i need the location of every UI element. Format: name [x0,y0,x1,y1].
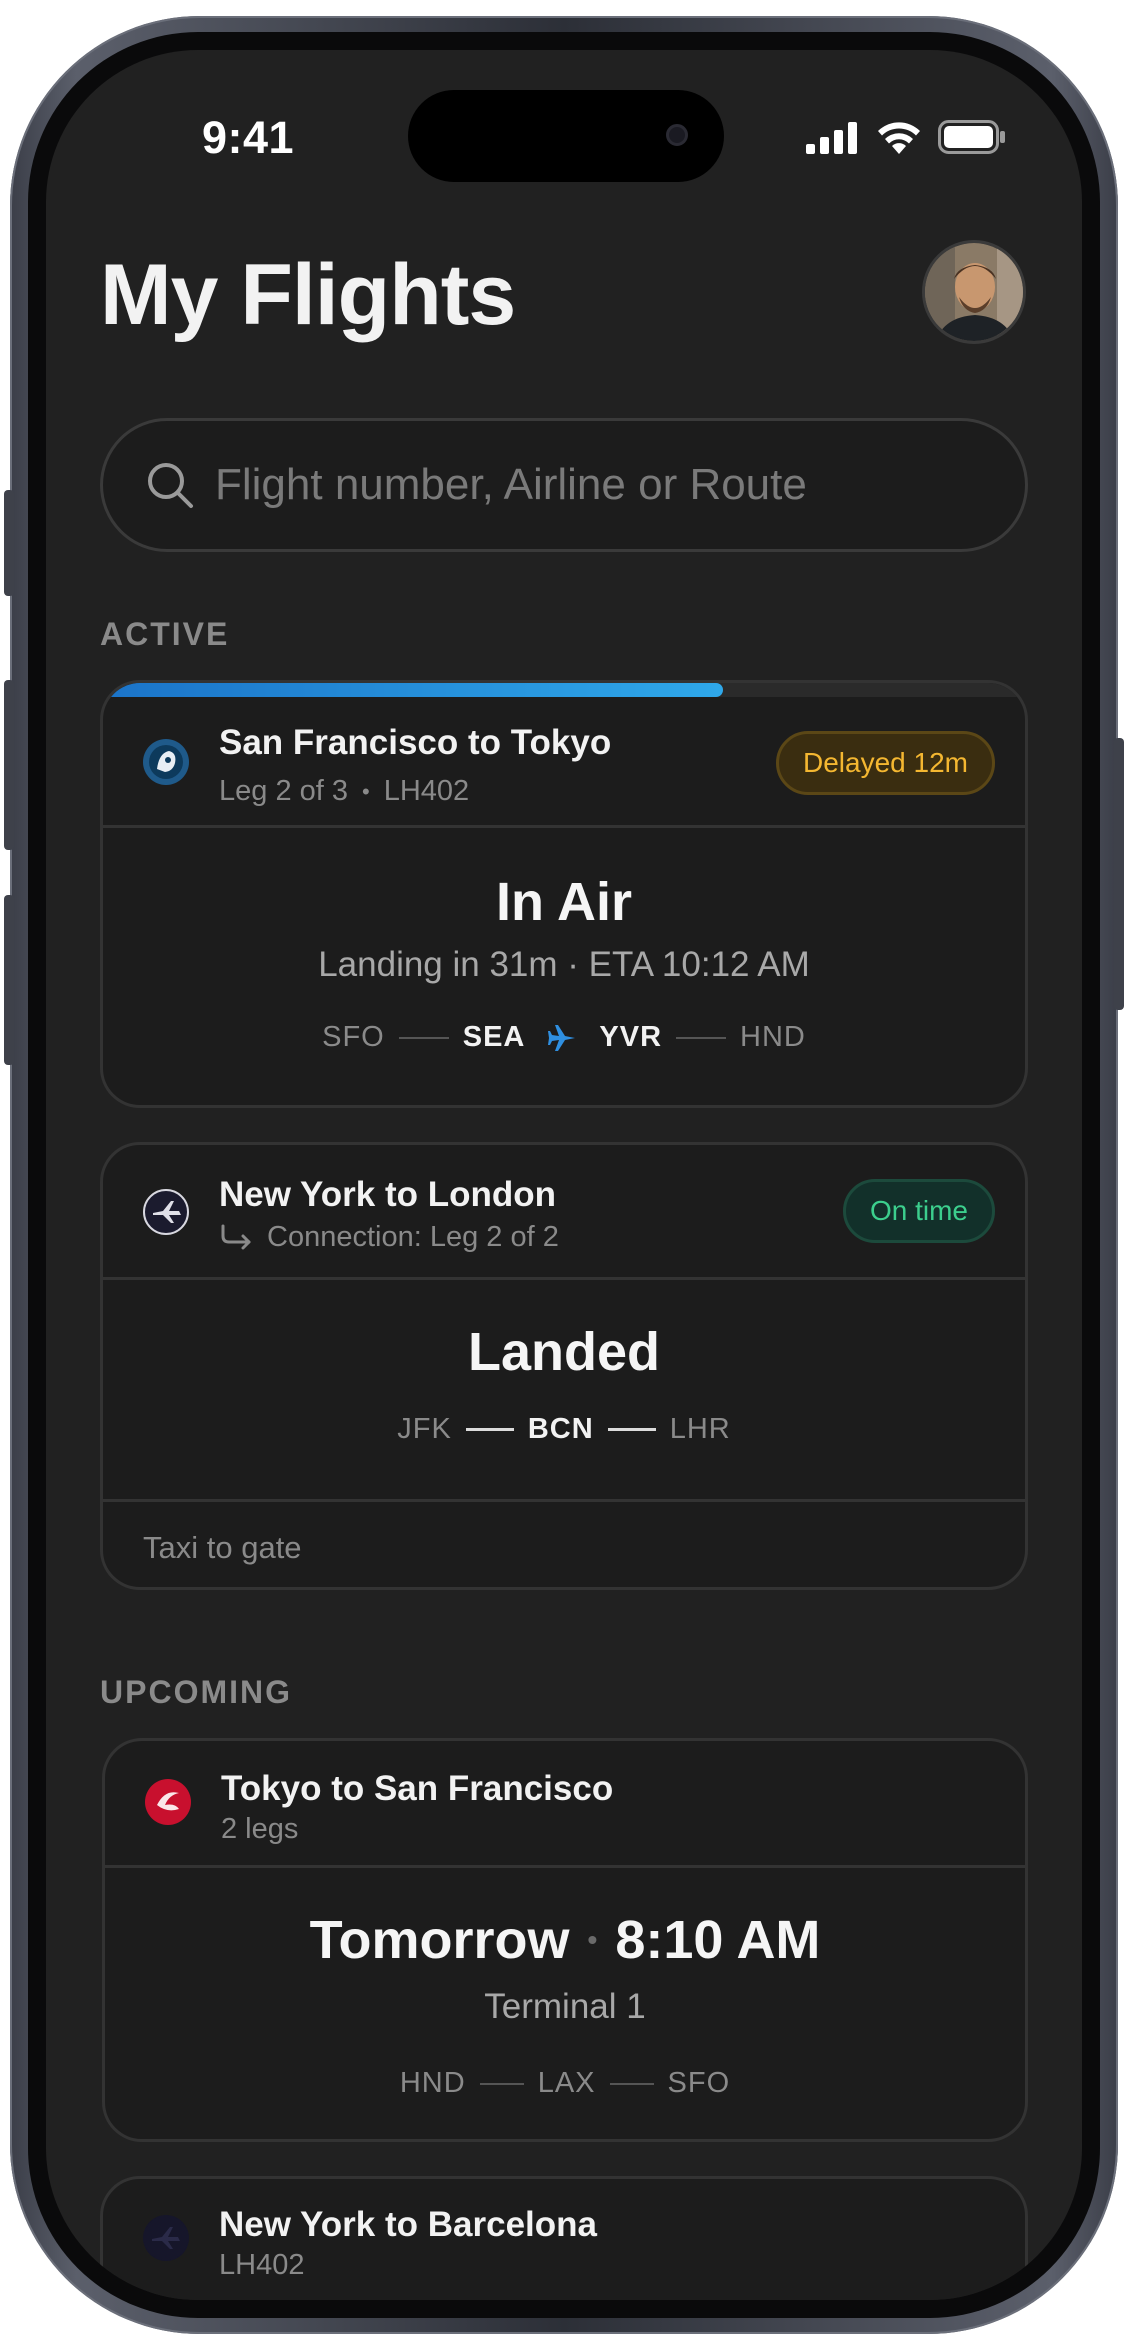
airline-logo-icon [145,1779,191,1825]
action-button [4,490,14,596]
card-header: San Francisco to Tokyo Leg 2 of 3 • LH40… [103,683,1025,828]
airport-code: SEA [462,1021,526,1053]
flight-status: Landed [467,1322,660,1382]
connection-info: Connection: Leg 2 of 2 [267,1221,559,1253]
signal-icon [806,122,857,154]
route-segment [479,2082,524,2085]
battery-icon [938,120,1005,154]
route-airports: JFK BCN LHR [103,1413,1025,1446]
airline-logo-icon [143,2215,189,2261]
airport-code: YVR [599,1021,663,1053]
route-airports: HND LAX SFO [105,2067,1025,2100]
departure-day: Tomorrow [309,1910,570,1970]
status-icons [806,120,1006,154]
airport-code: LAX [537,2067,596,2099]
flight-card-sfo-tokyo[interactable]: San Francisco to Tokyo Leg 2 of 3 • LH40… [100,680,1028,1108]
route-title: Tokyo to San Francisco [221,1769,614,1808]
airport-code: BCN [527,1413,594,1445]
volume-up-button [4,680,14,850]
status-badge-delayed: Delayed 12m [776,731,995,795]
card-header: New York to London Connection: Leg 2 of … [103,1145,1025,1280]
taxi-status: Taxi to gate [143,1530,302,1565]
terminal-info: Terminal 1 [484,1987,646,2026]
route-subtitle: 2 legs [221,1813,298,1846]
airline-logo-icon [143,1189,189,1235]
card-header: New York to Barcelona LH402 [103,2179,1025,2300]
status-badge-on-time: On time [842,1179,995,1243]
airport-code: SFO [322,1021,385,1053]
section-label-active: ACTIVE [100,616,230,652]
route-segment [398,1036,449,1039]
user-avatar[interactable] [922,240,1026,344]
airport-code: LHR [669,1413,731,1445]
flight-card-tokyo-sf[interactable]: Tokyo to San Francisco 2 legs Tomorrow •… [102,1738,1028,2142]
route-segment [607,1428,656,1431]
separator-dot: • [362,778,370,804]
route-subtitle: Leg 2 of 3 • LH402 [219,775,469,808]
flight-card-ny-barcelona[interactable]: New York to Barcelona LH402 [100,2176,1028,2300]
flight-card-ny-london[interactable]: New York to London Connection: Leg 2 of … [100,1142,1028,1590]
route-segment [465,1428,514,1431]
plane-icon [548,1024,576,1051]
route-segment [609,2082,654,2085]
flight-number: LH402 [383,775,470,807]
airline-logo-icon [143,739,189,785]
avatar-image [925,243,1023,341]
airport-code: HND [740,1021,806,1053]
route-title: New York to London [219,1175,557,1214]
power-button [1114,738,1124,1010]
route-subtitle: Connection: Leg 2 of 2 [219,1221,559,1254]
eta-text: Landing in 31m · ETA 10:12 AM [318,945,810,984]
leg-info: Leg 2 of 3 [219,775,348,807]
search-bar[interactable] [100,418,1028,552]
flight-number: LH402 [219,2249,305,2281]
flight-status: In Air [495,872,632,932]
route-title: San Francisco to Tokyo [219,723,612,762]
wifi-icon [878,122,920,154]
separator-dot: • [587,1924,598,1955]
connection-icon [221,1224,251,1249]
route-subtitle: LH402 [219,2249,304,2282]
route-title: New York to Barcelona [219,2205,597,2244]
departure-clock: 8:10 AM [615,1910,821,1970]
volume-down-button [4,895,14,1065]
card-footer: Taxi to gate [103,1499,1025,1587]
camera-icon [666,124,688,146]
legs-count: 2 legs [221,1813,299,1845]
search-icon [148,463,193,508]
app-screen: 9:41 My Flights Flight number, Airline o… [46,50,1082,2300]
dynamic-island [408,90,724,182]
airport-code: JFK [397,1413,452,1445]
status-time: 9:41 [202,112,295,163]
card-header: Tokyo to San Francisco 2 legs [105,1741,1025,1868]
page-title: My Flights [100,247,516,343]
search-input[interactable] [213,459,917,511]
airport-code: SFO [667,2067,731,2099]
airport-code: HND [399,2067,466,2099]
departure-time: Tomorrow • 8:10 AM [105,1909,1025,1971]
route-segment [676,1036,727,1039]
section-label-upcoming: UPCOMING [100,1674,292,1710]
route-airports: SFO SEA YVR HND [103,1021,1025,1054]
